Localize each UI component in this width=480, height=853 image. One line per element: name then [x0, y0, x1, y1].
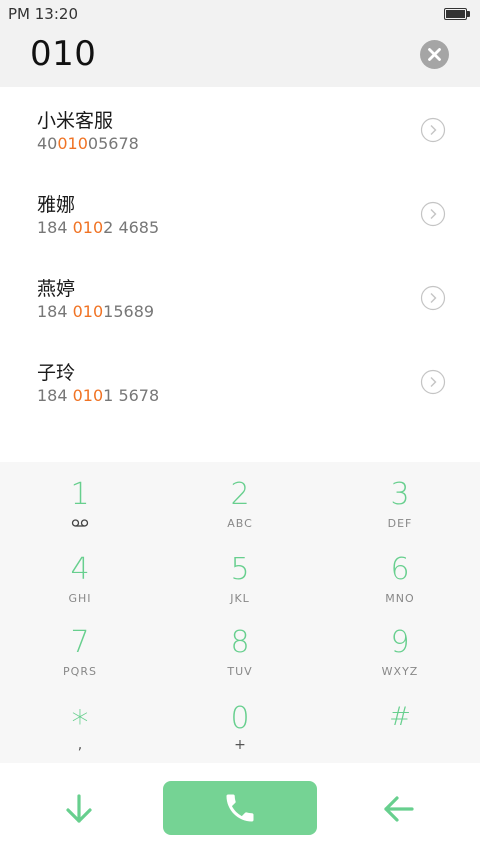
key-hash[interactable]: #	[320, 686, 480, 761]
key-digit: 6	[390, 552, 410, 587]
clear-icon	[428, 48, 441, 61]
chevron-right-circle-icon	[420, 201, 446, 227]
dialed-number-field[interactable]: 010	[30, 34, 96, 74]
contact-result-item[interactable]: 子玲 184 0101 5678	[0, 339, 480, 423]
key-5[interactable]: 5 JKL	[160, 537, 320, 612]
chevron-right-circle-icon	[420, 369, 446, 395]
arrow-down-icon	[66, 794, 92, 823]
key-digit: 8	[230, 625, 250, 660]
contact-name: 小米客服	[37, 110, 114, 132]
phone-icon	[226, 794, 254, 822]
key-letters: PQRS	[63, 665, 97, 678]
key-4[interactable]: 4 GHI	[0, 537, 160, 612]
key-letters: JKL	[230, 592, 250, 605]
contact-result-item[interactable]: 燕婷 184 01015689	[0, 255, 480, 339]
chevron-right-circle-icon	[420, 285, 446, 311]
key-7[interactable]: 7 PQRS	[0, 610, 160, 685]
contact-result-item[interactable]: 雅娜 184 0102 4685	[0, 171, 480, 255]
arrow-left-icon	[384, 796, 414, 822]
key-1[interactable]: 1	[0, 462, 160, 537]
contact-number: 184 0101 5678	[37, 386, 160, 405]
key-digit: *	[71, 703, 89, 743]
chevron-right-circle-icon	[420, 117, 446, 143]
call-button[interactable]	[163, 781, 317, 835]
dialer-action-bar	[0, 763, 480, 853]
key-letters: MNO	[385, 592, 415, 605]
backspace-button[interactable]	[380, 790, 418, 828]
key-3[interactable]: 3 DEF	[320, 462, 480, 537]
battery-icon	[444, 8, 470, 20]
dial-input-bar: 010	[0, 28, 480, 87]
contact-number: 184 01015689	[37, 302, 155, 321]
contact-number: 4001005678	[37, 134, 139, 153]
dial-keypad: 1 2 ABC 3 DEF 4 GHI 5 JKL 6 MNO 7 PQRS 8…	[0, 462, 480, 763]
contact-detail-button[interactable]	[420, 201, 446, 227]
key-0[interactable]: 0 +	[160, 686, 320, 761]
key-star[interactable]: * ,	[0, 686, 160, 761]
key-6[interactable]: 6 MNO	[320, 537, 480, 612]
number-match-highlight: 010	[57, 134, 88, 153]
hide-keypad-button[interactable]	[60, 790, 98, 828]
key-digit: 7	[70, 625, 90, 660]
key-letters: DEF	[387, 517, 413, 530]
key-digit: 9	[390, 625, 410, 660]
contact-name: 雅娜	[37, 194, 76, 216]
key-letters: TUV	[227, 665, 253, 678]
key-sub-symbol: ,	[77, 737, 83, 753]
contact-result-item[interactable]: 小米客服 4001005678	[0, 87, 480, 171]
key-2[interactable]: 2 ABC	[160, 462, 320, 537]
number-match-highlight: 010	[72, 386, 104, 405]
contact-detail-button[interactable]	[420, 117, 446, 143]
key-9[interactable]: 9 WXYZ	[320, 610, 480, 685]
contact-name: 子玲	[37, 362, 76, 384]
key-digit: 1	[70, 477, 90, 512]
key-sub-symbol: +	[234, 737, 246, 753]
key-digit: 3	[390, 477, 410, 512]
number-match-highlight: 010	[72, 218, 104, 237]
key-letters: WXYZ	[381, 665, 419, 678]
key-digit: #	[389, 702, 411, 732]
key-letters: GHI	[68, 592, 92, 605]
status-time: PM 13:20	[8, 5, 78, 23]
key-digit: 2	[230, 477, 250, 512]
key-8[interactable]: 8 TUV	[160, 610, 320, 685]
contact-name: 燕婷	[37, 278, 76, 300]
status-bar: PM 13:20	[0, 0, 480, 28]
key-digit: 5	[230, 552, 250, 587]
search-results-list: 小米客服 4001005678 雅娜 184 0102 4685 燕婷 184 …	[0, 87, 480, 462]
key-digit: 0	[230, 701, 250, 736]
contact-detail-button[interactable]	[420, 285, 446, 311]
contact-detail-button[interactable]	[420, 369, 446, 395]
key-digit: 4	[70, 552, 90, 587]
voicemail-icon	[71, 519, 89, 527]
key-letters: ABC	[227, 517, 253, 530]
clear-input-button[interactable]	[420, 40, 449, 69]
number-match-highlight: 010	[72, 302, 104, 321]
contact-number: 184 0102 4685	[37, 218, 160, 237]
